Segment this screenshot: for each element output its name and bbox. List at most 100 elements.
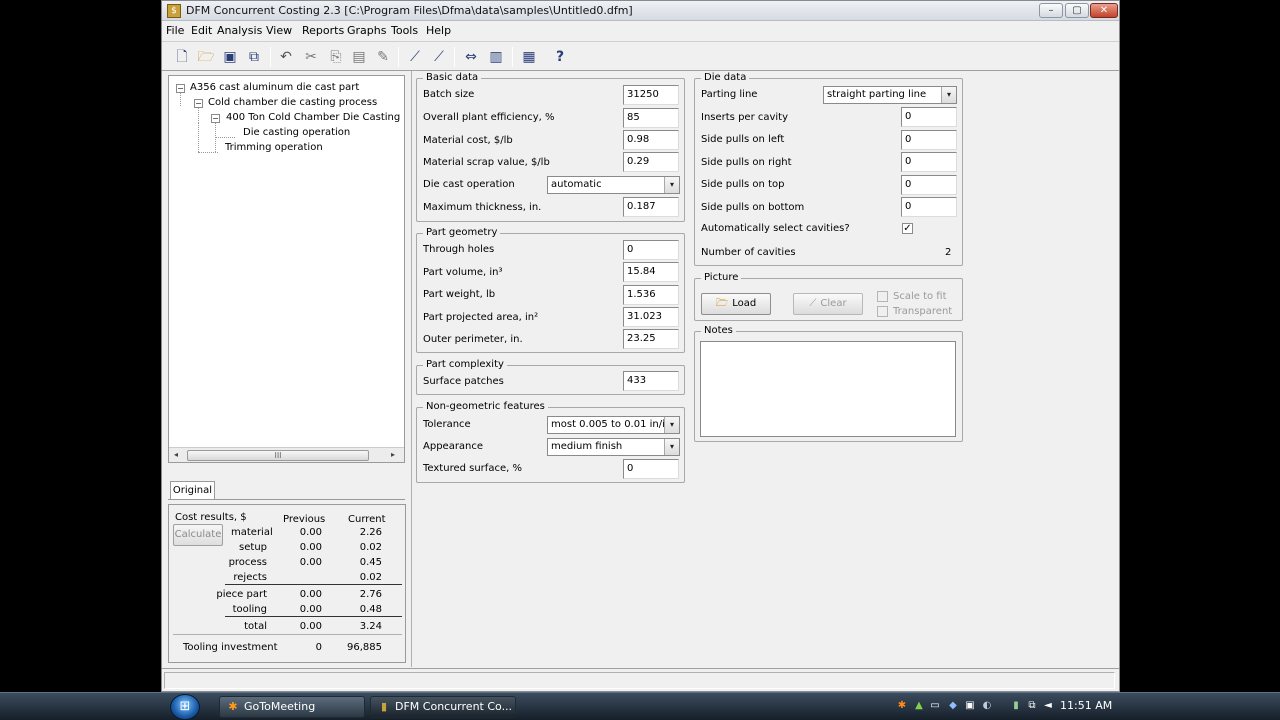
start-button[interactable]: ⊞ [170,694,200,720]
tree-item-die-casting-operation[interactable]: Die casting operation [243,127,350,138]
tolerance-label: Tolerance [423,419,471,430]
pane-splitter[interactable] [411,71,412,667]
title-bar[interactable]: $ DFM Concurrent Costing 2.3 [C:\Program… [162,1,1119,21]
undo-icon[interactable]: ↶ [277,48,295,66]
cost-results-panel: Cost results, $ Previous Current Calcula… [168,504,406,663]
chevron-down-icon[interactable]: ▾ [664,177,679,193]
export-icon[interactable]: ▦ [520,48,538,66]
surface-patches-field[interactable]: 433 [623,371,679,391]
paste-icon[interactable]: ▤ [350,48,368,66]
tree-item-process[interactable]: Cold chamber die casting process [208,97,377,108]
save-all-icon[interactable]: ⧉ [245,48,263,66]
cut-icon[interactable]: ✂ [302,48,320,66]
calculate-button[interactable]: Calculate [173,524,223,546]
taskbar-app-gotomeeting[interactable]: ✱ GoToMeeting [219,696,365,718]
part-volume-field[interactable]: 15.84 [623,262,679,282]
max-thickness-label: Maximum thickness, in. [423,202,542,213]
wand-icon[interactable]: ⟋ [406,48,424,66]
max-thickness-field[interactable]: 0.187 [623,197,679,217]
menu-tools[interactable]: Tools [391,24,418,37]
tree-item-trimming-operation[interactable]: Trimming operation [225,142,323,153]
projected-area-label: Part projected area, in² [423,312,539,323]
pulls-right-field[interactable]: 0 [901,152,957,172]
wand-edit-icon[interactable]: ⟋ [430,48,448,66]
display-tray-icon[interactable]: ▣ [964,700,976,712]
tab-original[interactable]: Original [170,481,215,500]
pulls-left-field[interactable]: 0 [901,130,957,150]
menu-analysis[interactable]: Analysis [217,24,262,37]
menu-graphs[interactable]: Graphs [347,24,386,37]
notes-textarea[interactable] [700,341,956,437]
transparent-checkbox[interactable] [877,306,888,317]
copy-icon[interactable]: ⎘ [327,48,345,66]
network2-tray-icon[interactable]: ⧉ [1026,700,1038,712]
pulls-top-field[interactable]: 0 [901,175,957,195]
speaker-tray-icon[interactable]: ◄ [1042,700,1054,712]
parting-line-value: straight parting line [827,89,927,100]
compare-list-icon[interactable]: ▥ [487,48,505,66]
open-folder-icon[interactable]: 🗁 [197,48,215,66]
compare-icon[interactable]: ⇔ [462,48,480,66]
eraser-icon[interactable]: ✎ [374,48,392,66]
efficiency-field[interactable]: 85 [623,108,679,128]
menu-view[interactable]: View [266,24,292,37]
pulls-top-label: Side pulls on top [701,179,785,190]
scrap-value-field[interactable]: 0.29 [623,152,679,172]
pulls-right-label: Side pulls on right [701,157,792,168]
inserts-field[interactable]: 0 [901,107,957,127]
taskbar-app-dfm[interactable]: ▮ DFM Concurrent Co... [370,696,516,718]
material-cost-field[interactable]: 0.98 [623,130,679,150]
menu-help[interactable]: Help [426,24,451,37]
die-cast-operation-value: automatic [551,179,602,190]
pulls-bottom-label: Side pulls on bottom [701,202,805,213]
status-pane [164,672,1115,689]
tree-item-machine[interactable]: 400 Ton Cold Chamber Die Casting Mac [226,112,404,123]
part-weight-field[interactable]: 1.536 [623,285,679,305]
minimize-button[interactable]: – [1039,3,1063,18]
outer-perimeter-field[interactable]: 23.25 [623,329,679,349]
textured-surface-field[interactable]: 0 [623,459,679,479]
appearance-select[interactable]: medium finish ▾ [547,438,680,456]
maximize-button[interactable]: ▢ [1065,3,1089,18]
close-button[interactable]: ✕ [1090,3,1118,18]
cost-row-label: rejects [233,572,267,583]
gear-tray-icon[interactable]: ✱ [896,700,908,712]
help-icon[interactable]: ? [551,48,569,66]
chevron-down-icon[interactable]: ▾ [664,417,679,433]
tolerance-select[interactable]: most 0.005 to 0.01 in/in ▾ [547,416,680,434]
load-button[interactable]: 🗁 Load [701,293,771,315]
volume-tray-icon[interactable]: ◐ [981,700,993,712]
part-complexity-title: Part complexity [423,359,507,370]
menu-file[interactable]: File [166,24,184,37]
clock[interactable]: 11:51 AM [1060,699,1112,712]
save-icon[interactable]: ▣ [221,48,239,66]
tree-toggle[interactable]: − [211,114,220,123]
monitor-tray-icon[interactable]: ▭ [929,700,941,712]
network-tray-icon[interactable]: ▲ [913,700,925,712]
tree-toggle[interactable]: − [176,84,185,93]
tree-toggle[interactable]: − [194,99,203,108]
device-tray-icon[interactable]: ▮ [1010,700,1022,712]
shield-tray-icon[interactable]: ◆ [947,700,959,712]
projected-area-field[interactable]: 31.023 [623,307,679,327]
menu-edit[interactable]: Edit [191,24,212,37]
auto-select-checkbox[interactable]: ✓ [902,223,913,234]
through-holes-field[interactable]: 0 [623,240,679,260]
tree-item-part[interactable]: A356 cast aluminum die cast part [190,82,359,93]
scale-to-fit-checkbox[interactable] [877,291,888,302]
menu-reports[interactable]: Reports [302,24,344,37]
clear-button[interactable]: ⟋ Clear [793,293,863,315]
pulls-bottom-field[interactable]: 0 [901,197,957,217]
new-file-icon[interactable]: 🗋 [173,48,191,66]
parting-line-select[interactable]: straight parting line ▾ [823,86,957,104]
scroll-left-icon[interactable]: ◂ [174,450,178,459]
die-cast-operation-select[interactable]: automatic ▾ [547,176,680,194]
chevron-down-icon[interactable]: ▾ [941,87,956,103]
cost-row-label: setup [239,542,267,553]
scroll-right-icon[interactable]: ▸ [391,450,395,459]
cost-row-previous: 0.00 [299,527,322,538]
scroll-thumb[interactable]: III [187,450,369,461]
chevron-down-icon[interactable]: ▾ [664,439,679,455]
batch-size-field[interactable]: 31250 [623,85,679,105]
horizontal-scrollbar[interactable]: ◂ III ▸ [169,447,404,462]
